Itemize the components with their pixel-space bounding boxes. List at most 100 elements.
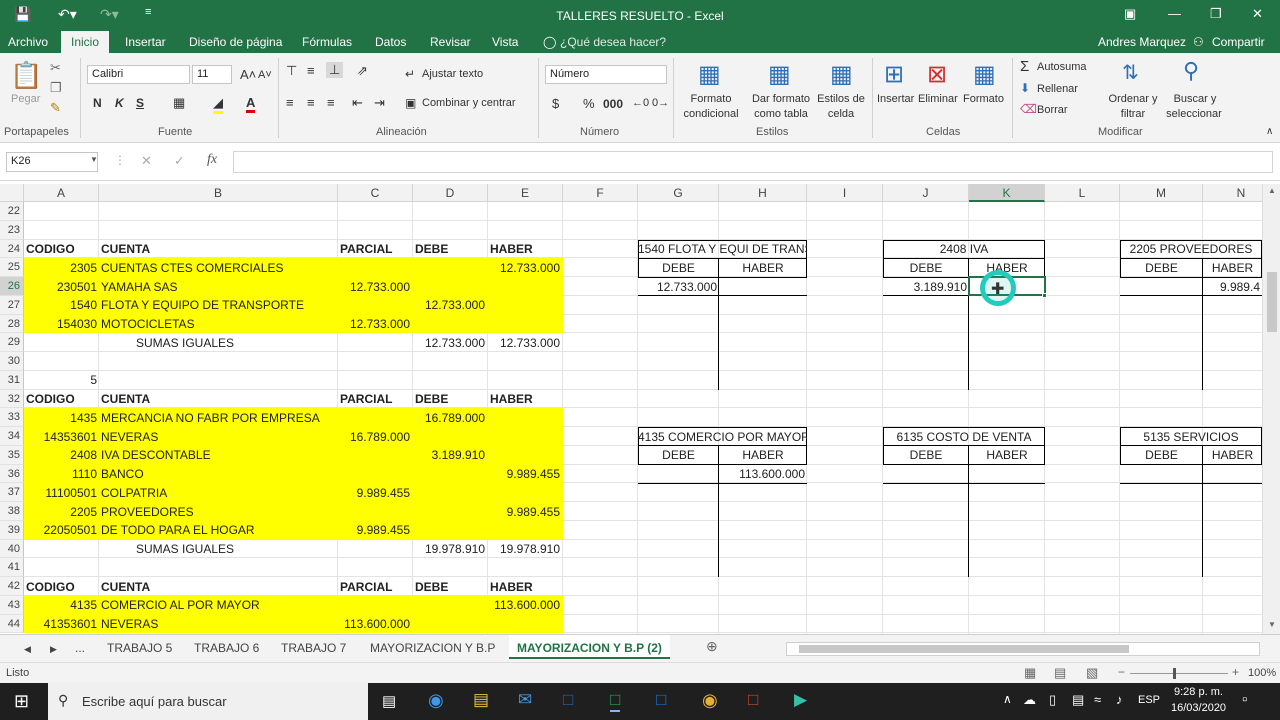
journal-code-cell[interactable]: 2205 (24, 503, 97, 521)
row-header-26[interactable]: 26 (0, 277, 24, 296)
journal-account-cell[interactable]: BANCO (101, 465, 337, 483)
decrease-font-icon[interactable]: A˅ (258, 69, 272, 81)
tab-revisar[interactable]: Revisar (430, 35, 471, 49)
format-cells-button[interactable]: Formato (963, 93, 1004, 105)
journal-header-debit[interactable]: DEBE (415, 240, 487, 258)
fill-color-icon[interactable]: ◢ (213, 95, 223, 114)
outlook-icon[interactable]: □ (656, 690, 666, 710)
name-box[interactable]: K26 (6, 152, 98, 172)
journal-header-account[interactable]: CUENTA (101, 578, 337, 596)
journal-code-cell[interactable]: 5 (24, 371, 97, 389)
find-select-label-1[interactable]: Buscar y (1162, 93, 1228, 105)
row-header-34[interactable]: 34 (0, 427, 24, 446)
journal-partial-cell[interactable]: 12.733.000 (338, 278, 410, 296)
align-middle-icon[interactable]: ≡ (307, 63, 315, 78)
t-account-title[interactable]: 2205 PROVEEDORES (1120, 240, 1262, 258)
cell-styles-icon[interactable]: ▦ (830, 60, 853, 89)
worksheet-grid[interactable]: A B C D E F G H I J K L M N 22 23 24 25 26 27 28 29 30 31 32 33 34… (0, 184, 1280, 634)
journal-account-cell[interactable]: DE TODO PARA EL HOGAR (101, 521, 337, 539)
sort-filter-label-1[interactable]: Ordenar y (1104, 93, 1162, 105)
journal-account-cell[interactable]: SUMAS IGUALES (136, 334, 372, 352)
notifications-icon[interactable]: ▫ (1242, 691, 1247, 708)
row-header-30[interactable]: 30 (0, 352, 24, 371)
share-button[interactable]: Compartir (1212, 35, 1265, 49)
row-header-29[interactable]: 29 (0, 333, 24, 352)
journal-header-credit[interactable]: HABER (490, 578, 562, 596)
insert-function-icon[interactable]: fx (207, 152, 217, 168)
row-header-41[interactable]: 41 (0, 558, 24, 577)
more-sheets-button[interactable]: ... (75, 641, 85, 655)
sheet-tab-mayorizacion[interactable]: MAYORIZACION Y B.P (370, 641, 495, 655)
sort-filter-icon[interactable]: ⇅ (1122, 60, 1139, 85)
cut-icon[interactable]: ✂ (50, 60, 61, 76)
conditional-format-icon[interactable]: ▦ (698, 60, 721, 89)
vertical-scroll-thumb[interactable] (1267, 272, 1277, 332)
journal-credit-cell[interactable]: 113.600.000 (488, 596, 560, 614)
journal-account-cell[interactable]: MOTOCICLETAS (101, 315, 337, 333)
journal-account-cell[interactable]: CUENTAS CTES COMERCIALES (101, 259, 337, 277)
ribbon-display-icon[interactable]: ▣ (1124, 6, 1136, 22)
format-table-label-2[interactable]: como tabla (748, 108, 814, 120)
column-header-m[interactable]: M (1120, 184, 1203, 202)
journal-header-code[interactable]: CODIGO (26, 390, 96, 408)
decrease-indent-icon[interactable]: ⇤ (352, 95, 363, 111)
increase-font-icon[interactable]: A˄ (240, 67, 256, 82)
vertical-scrollbar[interactable]: ▲ ▼ (1262, 184, 1280, 634)
paste-button[interactable]: Pegar (11, 93, 40, 105)
journal-code-cell[interactable]: 14353601 (24, 428, 97, 446)
t-account-credit-header[interactable]: HABER (1203, 446, 1262, 464)
mail-icon[interactable]: ✉ (518, 690, 532, 710)
journal-header-credit[interactable]: HABER (490, 390, 562, 408)
row-header-27[interactable]: 27 (0, 295, 24, 315)
zoom-slider-thumb[interactable] (1173, 668, 1176, 679)
cell-styles-label-1[interactable]: Estilos de (814, 93, 868, 105)
sort-filter-label-2[interactable]: filtrar (1104, 108, 1162, 120)
t-account-debit-header[interactable]: DEBE (1120, 259, 1203, 277)
conditional-format-label-2[interactable]: condicional (676, 108, 746, 120)
journal-debit-cell[interactable]: 16.789.000 (413, 409, 485, 427)
format-table-icon[interactable]: ▦ (768, 60, 791, 89)
row-header-31[interactable]: 31 (0, 370, 24, 390)
horizontal-scrollbar[interactable] (786, 642, 1260, 656)
row-header-32[interactable]: 32 (0, 389, 24, 409)
row-header-42[interactable]: 42 (0, 577, 24, 596)
formula-input[interactable] (233, 151, 1273, 173)
sheet-tab-trabajo6[interactable]: TRABAJO 6 (194, 641, 259, 655)
t-account-credit-value[interactable]: 113.600.000 (719, 465, 805, 483)
battery-icon[interactable]: ▯ (1049, 692, 1056, 708)
t-account-debit-header[interactable]: DEBE (1120, 446, 1203, 464)
name-box-dropdown-icon[interactable]: ▼ (90, 155, 98, 164)
cell-styles-label-2[interactable]: celda (814, 108, 868, 120)
find-select-icon[interactable]: ⚲ (1183, 58, 1199, 84)
scroll-down-icon[interactable]: ▼ (1268, 620, 1276, 629)
row-header-35[interactable]: 35 (0, 445, 24, 465)
align-bottom-icon[interactable]: ⊥ (326, 62, 344, 78)
find-select-label-2[interactable]: seleccionar (1158, 108, 1230, 120)
column-header-c[interactable]: C (338, 184, 413, 202)
column-header-d[interactable]: D (413, 184, 488, 202)
prev-sheet-icon[interactable]: ◀ (24, 644, 31, 655)
fill-icon[interactable]: ⬇ (1020, 81, 1030, 95)
borders-icon[interactable]: ▦ (173, 95, 185, 111)
column-header-b[interactable]: B (99, 184, 338, 202)
t-account-title[interactable]: 1540 FLOTA Y EQUI DE TRANS (638, 240, 807, 258)
row-header-36[interactable]: 36 (0, 464, 24, 484)
file-explorer-icon[interactable]: ▤ (473, 690, 489, 710)
journal-partial-cell[interactable]: 9.989.455 (338, 484, 410, 502)
align-right-icon[interactable]: ≡ (327, 95, 335, 110)
tray-overflow-icon[interactable]: ∧ (1003, 692, 1012, 706)
column-header-f[interactable]: F (563, 184, 638, 202)
journal-code-cell[interactable]: 154030 (24, 315, 97, 333)
share-icon[interactable]: ⚇ (1193, 35, 1204, 49)
orientation-icon[interactable]: ⇗ (357, 63, 368, 79)
excel-icon[interactable]: □ (610, 690, 621, 712)
sheet-tab-trabajo7[interactable]: TRABAJO 7 (281, 641, 346, 655)
journal-code-cell[interactable]: 2305 (24, 259, 97, 277)
journal-account-cell[interactable]: SUMAS IGUALES (136, 540, 372, 558)
sheet-tab-trabajo5[interactable]: TRABAJO 5 (107, 641, 172, 655)
tab-insertar[interactable]: Insertar (125, 35, 166, 49)
decrease-decimal-icon[interactable]: 0→ (652, 97, 669, 109)
language-indicator[interactable]: ESP (1138, 694, 1160, 706)
page-break-icon[interactable]: ▧ (1086, 665, 1098, 681)
t-account-title[interactable]: 6135 COSTO DE VENTA (883, 428, 1045, 446)
